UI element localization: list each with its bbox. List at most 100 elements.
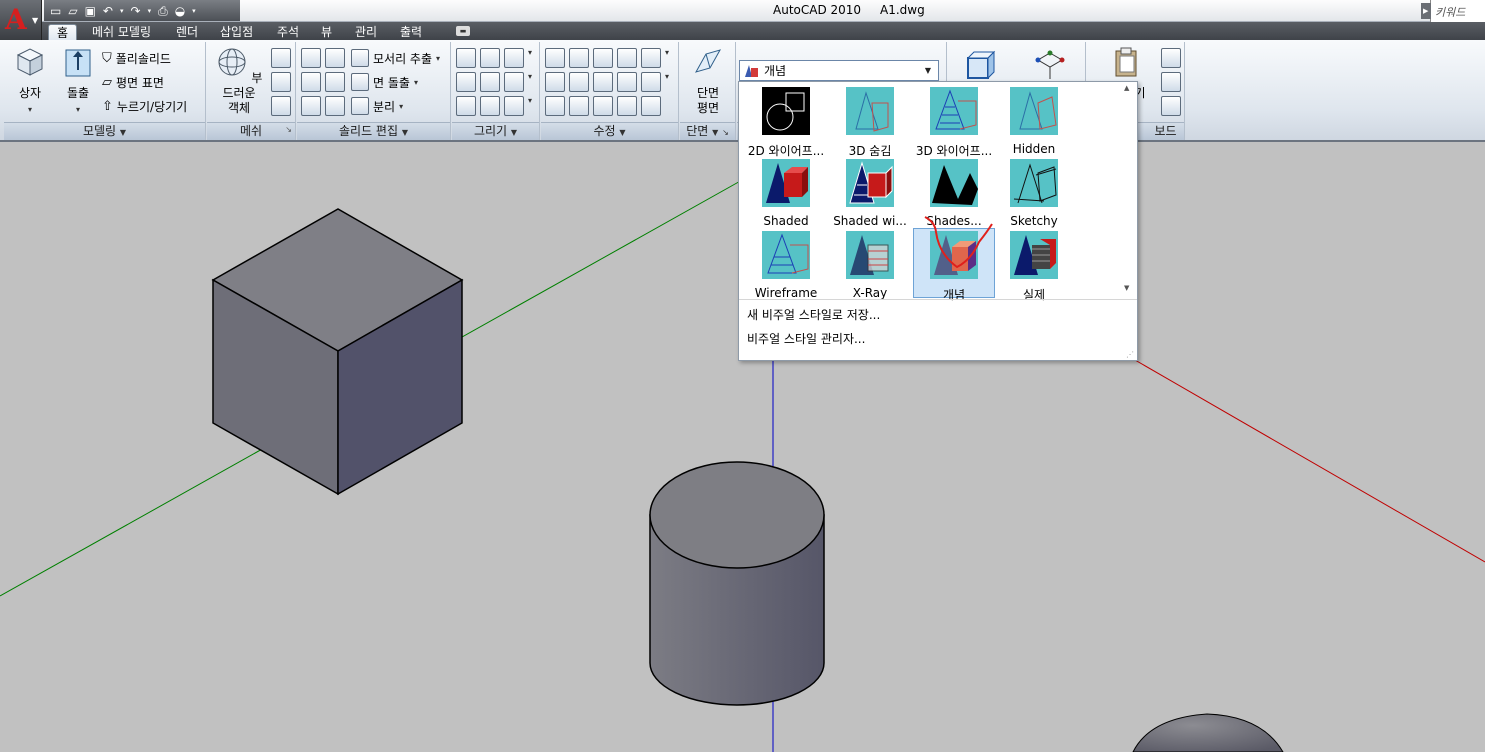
offset-icon[interactable]: [617, 72, 637, 92]
intersect-icon[interactable]: [301, 96, 321, 116]
refine-mesh-icon[interactable]: [271, 96, 291, 116]
ucs-gizmo-icon[interactable]: [1034, 50, 1066, 82]
circle-icon[interactable]: [504, 72, 524, 92]
box-solid[interactable]: [211, 208, 464, 496]
save-as-new-visual-style[interactable]: 새 비주얼 스타일로 저장...: [747, 306, 880, 323]
redo-dropdown-icon[interactable]: ▾: [148, 5, 152, 17]
ribbon-minimize-icon[interactable]: ▬: [456, 26, 470, 36]
visual-style-item[interactable]: Sketchy: [993, 156, 1075, 228]
cut-icon[interactable]: [1161, 48, 1181, 68]
rectangle-icon[interactable]: [480, 96, 500, 116]
search-expand-icon[interactable]: ▶: [1421, 3, 1431, 19]
smooth-more-icon[interactable]: [271, 48, 291, 68]
keyword-search-input[interactable]: ▶ 키워드: [1421, 0, 1485, 22]
wireframe-3d-thumbnail-icon: [930, 87, 978, 135]
conceptual-style-icon: [745, 64, 758, 77]
extract-edges-icon: [351, 49, 369, 67]
cylinder-solid[interactable]: [649, 461, 825, 706]
resize-grip-icon[interactable]: ⋰: [1126, 350, 1134, 359]
box-button[interactable]: 상자 ▾: [10, 46, 50, 117]
extract-edges-button[interactable]: 모서리 추출 ▾: [351, 48, 440, 68]
rotate-3d-icon[interactable]: [569, 48, 589, 68]
panel-title-section[interactable]: 단면 ▼ ↘: [680, 122, 735, 140]
gallery-scrollbar[interactable]: ▲ ▼: [1121, 82, 1135, 298]
polyline-3d-icon[interactable]: [456, 48, 476, 68]
ucs-box-icon[interactable]: [964, 50, 996, 82]
sketchy-thumbnail-icon: [1010, 159, 1058, 207]
section-plane-button[interactable]: 단면 평면: [686, 46, 730, 116]
redo-icon[interactable]: ↷: [131, 5, 141, 17]
workspace-icon[interactable]: ◒: [175, 5, 185, 17]
union-icon[interactable]: [301, 48, 321, 68]
undo-icon[interactable]: ↶: [103, 5, 113, 17]
visual-style-item[interactable]: 실제: [993, 228, 1075, 302]
array-icon[interactable]: [569, 72, 589, 92]
panel-title-modify[interactable]: 수정 ▼: [541, 122, 678, 140]
scroll-down-icon[interactable]: ▼: [1124, 284, 1129, 292]
visual-style-label: 실제: [1022, 288, 1046, 302]
panel-title-mesh[interactable]: 메쉬 ↘: [207, 122, 295, 140]
presspull-button[interactable]: ⇧ 누르기/당기기: [102, 96, 187, 116]
box-label: 상자: [18, 86, 42, 100]
mirror-3d-icon[interactable]: [569, 96, 589, 116]
polysolid-button[interactable]: ⛉ 폴리솔리드: [102, 48, 171, 68]
scroll-up-icon[interactable]: ▲: [1124, 84, 1129, 92]
chevron-down-icon[interactable]: ▼: [920, 62, 936, 79]
polygon-icon[interactable]: [456, 96, 476, 116]
visual-style-item[interactable]: 2D 와이어프...: [745, 84, 827, 158]
sphere-solid[interactable]: [1132, 713, 1284, 752]
align-icon[interactable]: [617, 48, 637, 68]
panel-title-solid-editing[interactable]: 솔리드 편집 ▼: [297, 122, 450, 140]
extrude-icon: [65, 49, 91, 77]
array-3d-icon[interactable]: [593, 96, 613, 116]
thicken-icon[interactable]: [325, 96, 345, 116]
rotate-icon[interactable]: [593, 72, 613, 92]
move-3d-icon[interactable]: [593, 48, 613, 68]
interfere-icon[interactable]: [325, 48, 345, 68]
properties-icon[interactable]: [617, 96, 637, 116]
fillet-icon[interactable]: [545, 72, 565, 92]
open-icon[interactable]: ▱: [68, 5, 77, 17]
undo-dropdown-icon[interactable]: ▾: [120, 5, 124, 17]
plot-icon[interactable]: ⎙: [158, 5, 168, 17]
match-props-icon[interactable]: [1161, 96, 1181, 116]
ribbon-tab-bar: 홈 메쉬 모델링 렌더 삽입점 주석 뷰 관리 출력 ▬: [42, 22, 1485, 42]
smooth-object-button[interactable]: 부드러운 객체: [213, 46, 265, 116]
visual-style-item[interactable]: Hidden: [993, 84, 1075, 156]
visual-style-item[interactable]: X-Ray: [829, 228, 911, 300]
visual-style-item[interactable]: 3D 와이어프...: [913, 84, 995, 158]
helix-icon[interactable]: [480, 48, 500, 68]
separate-button[interactable]: 분리 ▾: [351, 96, 403, 116]
planar-surface-button[interactable]: ▱ 평면 표면: [102, 72, 164, 92]
visual-style-item[interactable]: 3D 숨김: [829, 84, 911, 158]
ellipse-icon[interactable]: [504, 96, 524, 116]
visual-style-item[interactable]: Wireframe: [745, 228, 827, 300]
scale-icon[interactable]: [545, 48, 565, 68]
line-icon[interactable]: [480, 72, 500, 92]
fillet-arc-icon[interactable]: [504, 48, 524, 68]
visual-style-item[interactable]: Shaded: [745, 156, 827, 228]
save-icon[interactable]: ▣: [85, 5, 96, 17]
extrude-button[interactable]: 돌출 ▾: [58, 46, 98, 117]
visual-style-item[interactable]: Shades...: [913, 156, 995, 228]
match-properties-icon[interactable]: [641, 96, 661, 116]
new-icon[interactable]: ▭: [50, 5, 61, 17]
chamfer-icon[interactable]: [641, 72, 661, 92]
smooth-less-icon[interactable]: [271, 72, 291, 92]
slice-icon[interactable]: [325, 72, 345, 92]
visual-style-combobox[interactable]: 개념 ▼: [739, 60, 939, 81]
trim-icon[interactable]: [641, 48, 661, 68]
copy-icon[interactable]: [1161, 72, 1181, 92]
spline-icon[interactable]: [456, 72, 476, 92]
visual-styles-manager[interactable]: 비주얼 스타일 관리자...: [747, 330, 865, 347]
qat-customize-icon[interactable]: ▾: [192, 5, 196, 17]
application-menu-button[interactable]: A ▼: [0, 0, 42, 40]
visual-style-item[interactable]: Shaded wi...: [829, 156, 911, 228]
extrude-faces-button[interactable]: 면 돌출 ▾: [351, 72, 418, 92]
panel-title-draw[interactable]: 그리기 ▼: [452, 122, 539, 140]
subtract-icon[interactable]: [301, 72, 321, 92]
panel-modify: ▾ ▾ 수정 ▼: [541, 42, 679, 140]
panel-title-modeling[interactable]: 모델링 ▼: [4, 122, 205, 140]
union-solid-icon[interactable]: [545, 96, 565, 116]
visual-style-item[interactable]: 개념: [913, 228, 995, 302]
